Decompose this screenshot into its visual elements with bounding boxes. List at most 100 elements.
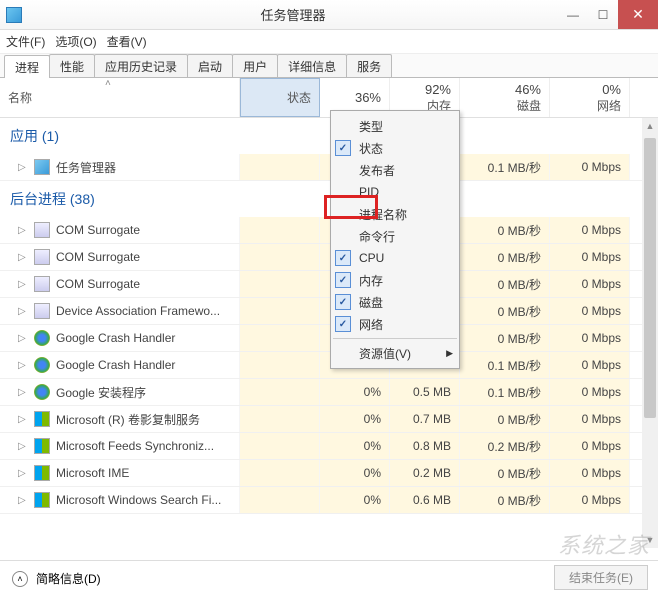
col-header-name[interactable]: 名称	[0, 78, 240, 117]
menu-item-label: CPU	[359, 251, 384, 265]
fewer-details-label[interactable]: 简略信息(D)	[36, 570, 101, 587]
expander-icon[interactable]: ▷	[18, 441, 28, 452]
col-header-disk[interactable]: 46%磁盘	[460, 78, 550, 117]
process-row[interactable]: ▷Microsoft Feeds Synchroniz... 0% 0.8 MB…	[0, 433, 658, 460]
proc-net: 0 Mbps	[550, 244, 630, 270]
context-menu-item[interactable]: ✓状态	[331, 137, 459, 159]
maximize-button[interactable]: ☐	[588, 0, 618, 29]
vertical-scrollbar[interactable]: ▲ ▼	[642, 118, 658, 548]
proc-cpu: 0%	[320, 379, 390, 405]
process-icon	[34, 492, 50, 508]
process-row[interactable]: ▷Google Crash Handler 0% 0.2 MB 0.1 MB/秒…	[0, 352, 658, 379]
scroll-down-icon[interactable]: ▼	[642, 532, 658, 548]
proc-name: ▷ Google Crash Handler	[0, 352, 240, 378]
tab-services[interactable]: 服务	[346, 54, 392, 77]
proc-net: 0 Mbps	[550, 325, 630, 351]
process-row[interactable]: ▷Microsoft IME 0% 0.2 MB 0 MB/秒 0 Mbps	[0, 460, 658, 487]
scroll-thumb[interactable]	[644, 138, 656, 418]
proc-net: 0 Mbps	[550, 406, 630, 432]
process-row[interactable]: ▷Google 安装程序 0% 0.5 MB 0.1 MB/秒 0 Mbps	[0, 379, 658, 406]
context-menu-item[interactable]: 发布者	[331, 159, 459, 181]
process-icon	[34, 411, 50, 427]
end-task-button[interactable]: 结束任务(E)	[554, 565, 648, 590]
process-icon	[34, 276, 50, 292]
process-row[interactable]: ▷Device Association Framewo... MB 0 MB/秒…	[0, 298, 658, 325]
proc-name: ▷Microsoft (R) 卷影复制服务	[0, 406, 240, 432]
expander-icon[interactable]: ▷	[18, 495, 28, 506]
expander-icon[interactable]: ▷	[18, 414, 28, 425]
col-header-net[interactable]: 0%网络	[550, 78, 630, 117]
proc-status	[240, 271, 320, 297]
proc-label: COM Surrogate	[56, 277, 140, 291]
context-menu-item[interactable]: 命令行	[331, 225, 459, 247]
proc-disk: 0 MB/秒	[460, 244, 550, 270]
menu-file[interactable]: 文件(F)	[6, 33, 45, 50]
menu-item-label: 磁盘	[359, 294, 383, 311]
menu-separator	[333, 338, 457, 339]
expander-icon[interactable]: ▷	[18, 279, 28, 290]
menu-item-label: 进程名称	[359, 206, 407, 223]
expander-icon[interactable]: ▷	[18, 225, 28, 236]
context-menu-item[interactable]: ✓磁盘	[331, 291, 459, 313]
proc-label: Google Crash Handler	[56, 358, 175, 372]
expander-icon[interactable]: ▷	[18, 468, 28, 479]
expander-icon[interactable]: ▷	[18, 360, 28, 371]
expander-icon[interactable]: ▷	[18, 162, 28, 173]
tab-users[interactable]: 用户	[232, 54, 278, 77]
cpu-pct: 36%	[355, 90, 381, 105]
proc-disk: 0.1 MB/秒	[460, 379, 550, 405]
proc-status	[240, 460, 320, 486]
proc-name: ▷ Microsoft Windows Search Fi...	[0, 487, 240, 513]
context-menu-item[interactable]: 资源值(V)▶	[331, 342, 459, 364]
tab-performance[interactable]: 性能	[49, 54, 95, 77]
proc-name: ▷任务管理器	[0, 154, 240, 180]
context-menu-item[interactable]: ✓内存	[331, 269, 459, 291]
proc-disk: 0 MB/秒	[460, 460, 550, 486]
sort-indicator-icon: ˄	[105, 78, 111, 89]
proc-label: Microsoft Windows Search Fi...	[56, 493, 221, 507]
proc-status	[240, 298, 320, 324]
process-row[interactable]: ▷Google Crash Handler 0% MB 0 MB/秒 0 Mbp…	[0, 325, 658, 352]
disk-pct: 46%	[515, 82, 541, 97]
process-row[interactable]: ▷Microsoft Windows Search Fi... 0% 0.6 M…	[0, 487, 658, 514]
tab-details[interactable]: 详细信息	[277, 54, 347, 77]
process-row[interactable]: ▷任务管理器 MB 0.1 MB/秒 0 Mbps	[0, 154, 658, 181]
menubar: 文件(F) 选项(O) 查看(V)	[0, 30, 658, 54]
proc-net: 0 Mbps	[550, 352, 630, 378]
proc-mem: 0.2 MB	[390, 460, 460, 486]
net-label: 网络	[597, 97, 621, 114]
context-menu-item[interactable]: 进程名称	[331, 203, 459, 225]
menu-item-label: 类型	[359, 118, 383, 135]
process-icon	[34, 330, 50, 346]
context-menu-item[interactable]: 类型	[331, 115, 459, 137]
menu-view[interactable]: 查看(V)	[107, 33, 147, 50]
context-menu-item[interactable]: PID	[331, 181, 459, 203]
proc-status	[240, 217, 320, 243]
menu-options[interactable]: 选项(O)	[55, 33, 96, 50]
context-menu-item[interactable]: ✓CPU	[331, 247, 459, 269]
expander-icon[interactable]: ▷	[18, 387, 28, 398]
close-button[interactable]: ✕	[618, 0, 658, 29]
context-menu-item[interactable]: ✓网络	[331, 313, 459, 335]
proc-name: ▷ COM Surrogate	[0, 271, 240, 297]
proc-cpu: 0%	[320, 406, 390, 432]
process-row[interactable]: ▷COM Surrogate MB 0 MB/秒 0 Mbps	[0, 271, 658, 298]
mem-pct: 92%	[425, 82, 451, 97]
tab-startup[interactable]: 启动	[187, 54, 233, 77]
minimize-button[interactable]: —	[558, 0, 588, 29]
tab-history[interactable]: 应用历史记录	[94, 54, 188, 77]
scroll-up-icon[interactable]: ▲	[642, 118, 658, 134]
tab-processes[interactable]: 进程	[4, 55, 50, 78]
col-header-status-label: 状态	[287, 89, 311, 106]
fewer-details-icon[interactable]: ˄	[12, 571, 28, 587]
expander-icon[interactable]: ▷	[18, 252, 28, 263]
process-row[interactable]: ▷COM Surrogate MB 0 MB/秒 0 Mbps	[0, 244, 658, 271]
process-row[interactable]: ▷Microsoft (R) 卷影复制服务 0% 0.7 MB 0 MB/秒 0…	[0, 406, 658, 433]
expander-icon[interactable]: ▷	[18, 306, 28, 317]
menu-item-label: 资源值(V)	[359, 345, 411, 362]
process-row[interactable]: ▷COM Surrogate MB 0 MB/秒 0 Mbps	[0, 217, 658, 244]
col-header-status[interactable]: 状态	[240, 78, 320, 117]
process-icon	[34, 384, 50, 400]
expander-icon[interactable]: ▷	[18, 333, 28, 344]
proc-mem: 0.6 MB	[390, 487, 460, 513]
